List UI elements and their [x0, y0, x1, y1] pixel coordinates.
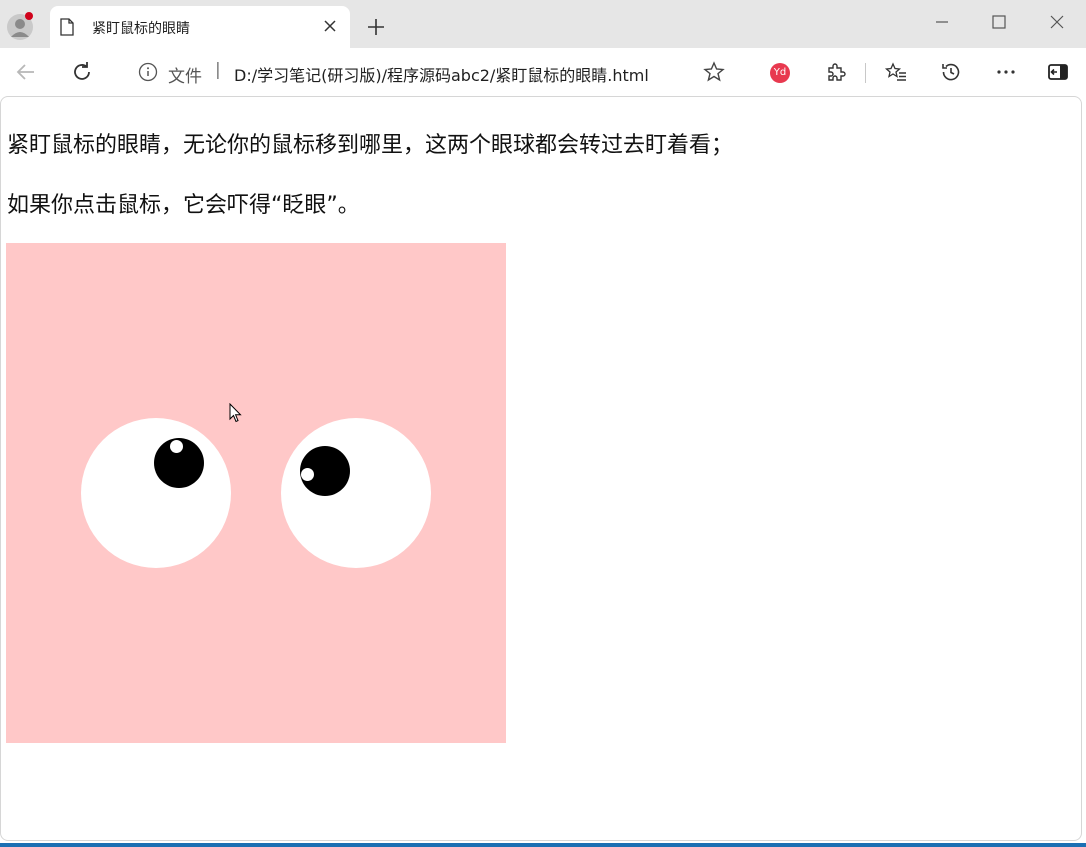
browser-window: 紧盯鼠标的眼睛 文件 | D:/学习笔记(研习版)/程序源码abc2/紧盯鼠标的… [0, 0, 1086, 847]
security-label: 文件 [168, 67, 202, 87]
page-icon [60, 18, 74, 36]
mouse-cursor-icon [229, 402, 243, 423]
tab-title: 紧盯鼠标的眼睛 [92, 21, 190, 37]
address-separator: | [215, 60, 221, 80]
right-pupil [300, 446, 350, 496]
eyes-canvas[interactable] [6, 243, 506, 743]
left-eye [81, 418, 231, 568]
minimize-icon[interactable] [934, 14, 950, 30]
new-tab-icon[interactable] [366, 17, 386, 37]
left-pupil [154, 438, 204, 488]
favorite-star-icon[interactable] [702, 60, 726, 84]
page-content: 紧盯鼠标的眼睛，无论你的鼠标移到哪里，这两个眼球都会转过去盯着看； 如果你点击鼠… [0, 96, 1082, 841]
url-text[interactable]: D:/学习笔记(研习版)/程序源码abc2/紧盯鼠标的眼睛.html [234, 62, 649, 86]
navigation-toolbar: 文件 | D:/学习笔记(研习版)/程序源码abc2/紧盯鼠标的眼睛.html … [0, 48, 1086, 96]
history-icon[interactable] [939, 60, 963, 84]
right-pupil-highlight [301, 468, 314, 481]
back-arrow-icon[interactable] [14, 60, 38, 84]
tab-strip: 紧盯鼠标的眼睛 [0, 0, 1086, 48]
maximize-icon[interactable] [991, 14, 1007, 30]
tab-active[interactable]: 紧盯鼠标的眼睛 [50, 6, 350, 48]
youdao-extension-icon[interactable]: Yd [770, 63, 790, 83]
notification-dot [25, 12, 33, 20]
intro-text-line2: 如果你点击鼠标，它会吓得“眨眼”。 [7, 193, 360, 218]
toolbar-divider [865, 63, 866, 83]
info-icon[interactable] [138, 62, 158, 82]
refresh-icon[interactable] [70, 60, 94, 84]
favorites-list-icon[interactable] [884, 60, 908, 84]
sidebar-toggle-icon[interactable] [1046, 60, 1070, 84]
right-eye [281, 418, 431, 568]
more-menu-icon[interactable] [994, 60, 1018, 84]
close-icon[interactable] [322, 18, 338, 34]
extensions-puzzle-icon[interactable] [824, 60, 848, 84]
intro-text-line1: 紧盯鼠标的眼睛，无论你的鼠标移到哪里，这两个眼球都会转过去盯着看； [7, 133, 734, 158]
window-close-icon[interactable] [1049, 14, 1065, 30]
left-pupil-highlight [170, 440, 183, 453]
taskbar-edge [0, 843, 1086, 847]
address-bar[interactable]: 文件 | D:/学习笔记(研习版)/程序源码abc2/紧盯鼠标的眼睛.html [128, 54, 728, 90]
